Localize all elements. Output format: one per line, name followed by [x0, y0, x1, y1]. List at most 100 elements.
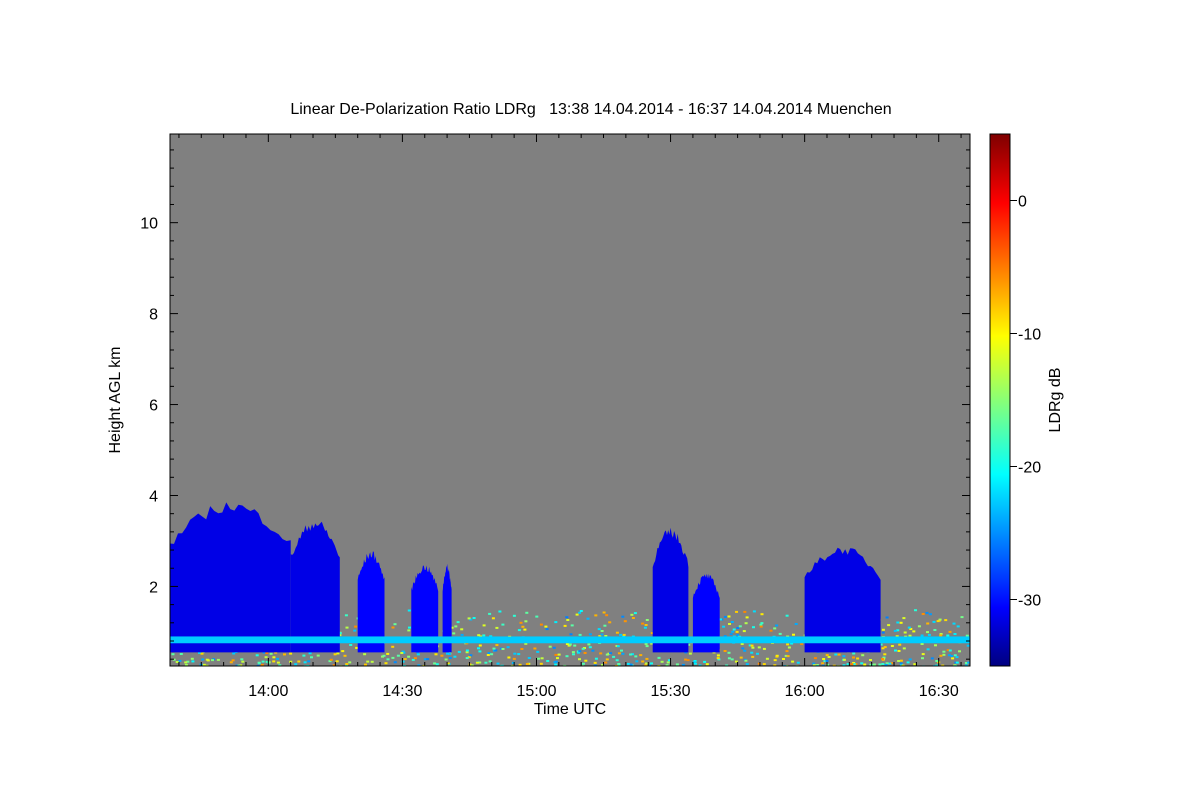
speckle-mark: [336, 652, 340, 655]
speckle-mark: [240, 658, 244, 661]
speckle-mark: [475, 661, 479, 664]
speckle-mark: [837, 653, 841, 656]
speckle-mark: [626, 662, 630, 665]
speckle-mark: [741, 647, 745, 650]
speckle-mark: [345, 663, 349, 665]
speckle-mark: [899, 659, 903, 662]
speckle-mark: [536, 650, 540, 653]
speckle-mark: [785, 614, 789, 617]
speckle-mark: [612, 655, 616, 658]
speckle-mark: [609, 652, 613, 655]
ldr-chart: Linear De-Polarization Ratio LDRg 13:38 …: [107, 101, 1064, 718]
speckle-mark: [501, 623, 505, 626]
speckle-mark: [581, 662, 585, 665]
speckle-mark: [723, 615, 727, 618]
speckle-mark: [413, 657, 417, 660]
speckle-mark: [902, 617, 906, 620]
speckle-mark: [597, 628, 601, 631]
speckle-mark: [736, 634, 740, 636]
speckle-mark: [465, 657, 469, 659]
speckle-mark: [276, 661, 280, 664]
speckle-mark: [920, 634, 924, 637]
speckle-mark: [492, 647, 496, 650]
speckle-mark: [566, 619, 570, 621]
speckle-mark: [393, 661, 397, 664]
speckle-mark: [751, 655, 755, 658]
speckle-mark: [302, 654, 306, 657]
speckle-mark: [938, 618, 942, 621]
speckle-mark: [621, 652, 625, 655]
speckle-mark: [477, 634, 481, 637]
speckle-mark: [554, 663, 558, 666]
speckle-mark: [544, 625, 548, 628]
speckle-mark: [527, 657, 531, 659]
speckle-mark: [935, 660, 939, 662]
x-tick-label: 16:00: [785, 683, 825, 700]
speckle-mark: [521, 625, 525, 628]
speckle-mark: [863, 663, 867, 666]
x-tick-label: 14:00: [248, 683, 288, 700]
speckle-mark: [434, 653, 438, 656]
speckle-mark: [179, 653, 183, 655]
speckle-mark: [751, 646, 755, 649]
speckle-mark: [316, 654, 320, 657]
speckle-mark: [391, 626, 395, 629]
colorbar-label: LDRg dB: [1047, 368, 1064, 433]
speckle-mark: [523, 628, 527, 631]
speckle-mark: [554, 653, 558, 656]
speckle-mark: [283, 653, 286, 656]
speckle-mark: [408, 626, 411, 629]
speckle-mark: [850, 663, 854, 666]
speckle-mark: [335, 660, 339, 663]
speckle-mark: [645, 657, 649, 660]
speckle-mark: [482, 624, 486, 627]
speckle-mark: [898, 643, 902, 646]
speckle-mark: [869, 659, 872, 661]
speckle-mark: [745, 616, 749, 619]
speckle-mark: [732, 628, 736, 631]
speckle-mark: [391, 645, 395, 648]
speckle-mark: [386, 658, 390, 661]
speckle-mark: [825, 654, 829, 657]
speckle-mark: [446, 652, 449, 655]
speckle-mark: [856, 657, 860, 660]
speckle-mark: [617, 663, 621, 665]
speckle-mark: [573, 644, 577, 647]
speckle-mark: [934, 644, 937, 647]
speckle-mark: [705, 663, 709, 666]
speckle-mark: [569, 633, 573, 636]
speckle-mark: [645, 619, 649, 621]
speckle-mark: [908, 634, 912, 637]
speckle-mark: [750, 651, 754, 654]
speckle-mark: [928, 613, 932, 616]
speckle-mark: [494, 649, 498, 652]
speckle-mark: [883, 646, 887, 649]
speckle-mark: [345, 626, 349, 629]
speckle-mark: [794, 623, 798, 625]
speckle-mark: [926, 622, 930, 625]
speckle-mark: [965, 634, 969, 637]
speckle-mark: [775, 624, 779, 627]
speckle-mark: [571, 651, 575, 654]
speckle-mark: [899, 662, 903, 665]
speckle-mark: [822, 658, 826, 660]
speckle-mark: [903, 631, 907, 634]
speckle-mark: [786, 643, 790, 646]
speckle-mark: [914, 609, 917, 612]
speckle-mark: [370, 660, 374, 663]
speckle-mark: [553, 661, 557, 664]
speckle-mark: [539, 623, 543, 626]
speckle-mark: [791, 660, 795, 663]
speckle-mark: [594, 657, 598, 660]
speckle-mark: [484, 661, 488, 664]
speckle-mark: [586, 617, 590, 620]
speckle-mark: [860, 662, 864, 665]
y-axis-label: Height AGL km: [107, 346, 124, 453]
speckle-mark: [927, 633, 931, 636]
speckle-mark: [907, 626, 911, 629]
speckle-mark: [716, 657, 720, 660]
speckle-mark: [897, 660, 901, 662]
speckle-mark: [633, 612, 637, 615]
speckle-mark: [605, 614, 609, 617]
speckle-mark: [813, 657, 817, 660]
